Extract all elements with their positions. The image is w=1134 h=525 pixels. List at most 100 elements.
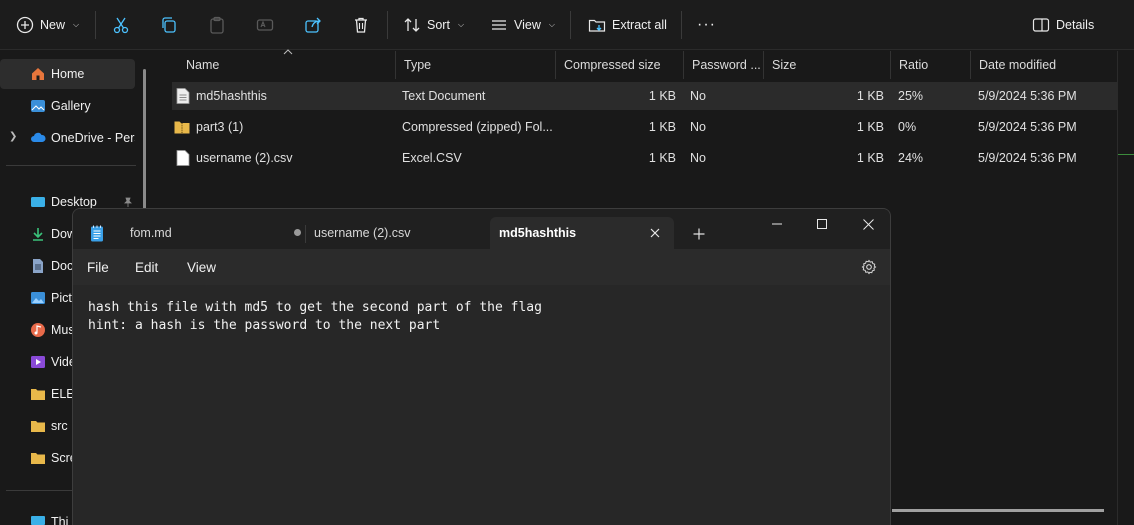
chevron-down-icon: ⌵ [457, 20, 465, 29]
plus-circle-icon [16, 16, 34, 34]
file-name-cell: username (2).csv [176, 144, 396, 172]
table-row[interactable]: username (2).csv Excel.CSV 1 KB No 1 KB … [172, 144, 1118, 172]
file-icon [176, 150, 190, 166]
close-tab-icon[interactable] [650, 228, 660, 238]
text-editor[interactable]: hash this file with md5 to get the secon… [73, 285, 890, 525]
pin-icon[interactable] [123, 197, 133, 207]
tab-username-csv[interactable]: username (2).csv [305, 217, 487, 249]
sidebar-item-label: Doc [51, 259, 74, 273]
minimize-icon [772, 223, 782, 225]
column-header-type[interactable]: Type [396, 51, 556, 79]
editor-line: hint: a hash is the password to the next… [88, 318, 441, 333]
editor-line: hash this file with md5 to get the secon… [88, 300, 542, 315]
maximize-icon [817, 219, 827, 229]
file-name: md5hashthis [196, 89, 267, 103]
sidebar-item-home[interactable]: Home [0, 59, 135, 89]
tab-label: md5hashthis [499, 226, 577, 240]
close-icon [862, 218, 874, 230]
tab-label: username (2).csv [314, 226, 411, 240]
new-label: New [40, 18, 66, 32]
notepad-titlebar[interactable]: fom.md username (2).csv md5hashthis [73, 209, 890, 249]
delete-button[interactable] [352, 0, 370, 50]
menu-edit[interactable]: Edit [135, 249, 158, 285]
sidebar-item-label: src [51, 419, 68, 433]
file-name: username (2).csv [196, 151, 293, 165]
tab-md5hashthis[interactable]: md5hashthis [490, 217, 674, 249]
edge-line [1118, 154, 1134, 155]
toolbar-divider [387, 11, 388, 39]
maximize-button[interactable] [799, 209, 845, 239]
view-button[interactable]: View ⌵ [490, 0, 555, 50]
column-header-name[interactable]: Name [178, 51, 396, 79]
sort-button[interactable]: Sort ⌵ [403, 0, 464, 50]
compression-ratio: 24% [898, 151, 924, 165]
sidebar-item-gallery[interactable]: Gallery [0, 91, 135, 121]
computer-icon [31, 516, 45, 525]
compressed-size: 1 KB [648, 151, 676, 165]
column-header-ratio[interactable]: Ratio [891, 51, 971, 79]
file-name: part3 (1) [196, 120, 244, 134]
folder-icon [31, 389, 45, 400]
list-view-icon [492, 20, 506, 30]
column-label: Compressed size [564, 58, 661, 72]
password-protected: No [690, 89, 706, 103]
sidebar-item-label: Thi [51, 515, 69, 525]
column-header-date-modified[interactable]: Date modified [971, 51, 1118, 79]
notepad-window: fom.md username (2).csv md5hashthis File… [72, 208, 891, 525]
file-size: 1 KB [856, 151, 884, 165]
column-label: Ratio [899, 58, 929, 72]
share-button[interactable] [304, 0, 322, 50]
column-label: Date modified [979, 58, 1057, 72]
date-modified: 5/9/2024 5:36 PM [978, 120, 1077, 134]
table-row[interactable]: md5hashthis Text Document 1 KB No 1 KB 2… [172, 82, 1118, 110]
file-type: Text Document [402, 89, 486, 103]
document-icon [33, 259, 43, 273]
cut-button[interactable] [112, 0, 130, 50]
horizontal-scrollbar[interactable] [892, 509, 1104, 512]
settings-gear-icon[interactable] [861, 259, 877, 275]
menu-view[interactable]: View [187, 249, 216, 285]
minimize-button[interactable] [754, 209, 800, 239]
sidebar-item-label: Desktop [51, 195, 97, 209]
trash-icon [355, 17, 367, 33]
copy-button[interactable] [160, 0, 178, 50]
sort-ascending-icon [283, 49, 293, 55]
folder-icon [31, 453, 45, 464]
paste-button[interactable] [208, 0, 226, 50]
column-label: Size [772, 58, 797, 72]
scissors-icon [113, 17, 129, 34]
notepad-menubar: File Edit View [73, 249, 890, 285]
close-window-button[interactable] [845, 209, 890, 239]
pane-divider [1117, 51, 1118, 525]
sidebar-item-label: Home [51, 67, 85, 81]
explorer-toolbar: New ⌵ Sort ⌵ View ⌵ Extract all ··· Deta… [0, 0, 1134, 50]
column-header-size[interactable]: Size [764, 51, 891, 79]
column-header-compressed-size[interactable]: Compressed size [556, 51, 684, 79]
password-protected: No [690, 120, 706, 134]
sidebar-item-label: Gallery [51, 99, 91, 113]
column-header-row: Name Type Compressed size Password ... S… [156, 49, 1118, 79]
tab-fom-md[interactable]: fom.md [117, 217, 301, 249]
sidebar-item-onedrive[interactable]: OneDrive - Perso [0, 123, 135, 153]
compressed-size: 1 KB [648, 89, 676, 103]
rename-icon [256, 19, 274, 31]
menu-file[interactable]: File [87, 249, 109, 285]
rename-button[interactable] [256, 0, 274, 50]
details-button[interactable]: Details [1032, 0, 1094, 50]
password-protected: No [690, 151, 706, 165]
new-button[interactable]: New ⌵ [16, 0, 79, 50]
unsaved-dot-icon [294, 229, 301, 236]
date-modified: 5/9/2024 5:36 PM [978, 151, 1077, 165]
extract-all-button[interactable]: Extract all [588, 0, 667, 50]
sidebar-item-label: Pict [51, 291, 72, 305]
new-tab-plus-icon[interactable] [693, 228, 705, 240]
more-options-button[interactable]: ··· [697, 0, 716, 50]
file-size: 1 KB [856, 89, 884, 103]
clipboard-icon [210, 16, 224, 34]
toolbar-divider [570, 11, 571, 39]
file-type: Compressed (zipped) Fol... [402, 120, 552, 134]
table-row[interactable]: part3 (1) Compressed (zipped) Fol... 1 K… [172, 113, 1118, 141]
compression-ratio: 25% [898, 89, 924, 103]
chevron-down-icon: ⌵ [548, 20, 555, 29]
column-header-password[interactable]: Password ... [684, 51, 764, 79]
